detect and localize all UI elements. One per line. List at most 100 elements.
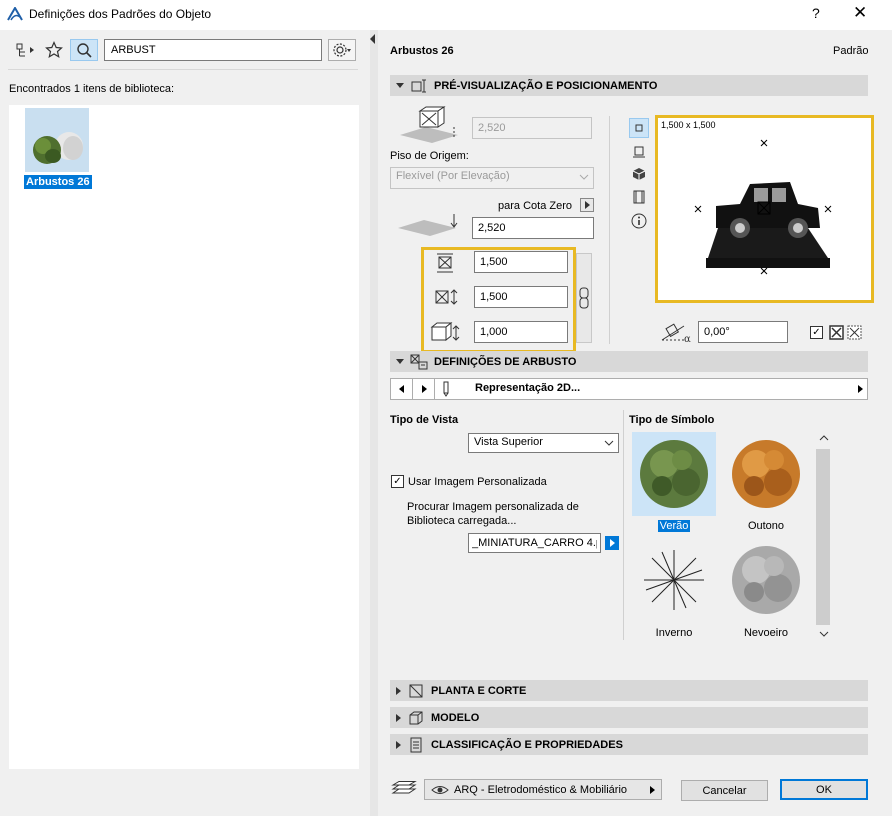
classification-list-icon bbox=[407, 737, 425, 753]
search-button[interactable] bbox=[70, 39, 98, 61]
proportion-lock[interactable] bbox=[576, 253, 592, 343]
close-button[interactable]: ✕ bbox=[853, 3, 867, 23]
pencil-icon bbox=[435, 379, 457, 399]
section-classification-header[interactable]: CLASSIFICAÇÃO E PROPRIEDADES bbox=[390, 734, 868, 755]
image-file-menu-button[interactable] bbox=[605, 536, 619, 550]
to-zero-menu-button[interactable] bbox=[580, 198, 594, 212]
shrub-thumbnail-image bbox=[25, 108, 89, 172]
gear-icon bbox=[333, 43, 351, 57]
symbol-winter-label: Inverno bbox=[655, 627, 693, 639]
section-plan-header[interactable]: PLANTA E CORTE bbox=[390, 680, 868, 701]
cube-icon bbox=[632, 168, 646, 180]
layers-icon bbox=[391, 781, 417, 794]
mirror-checkbox[interactable]: ✓ bbox=[810, 326, 823, 339]
view-render-button[interactable] bbox=[629, 187, 649, 207]
layer-select[interactable]: ARQ - Eletrodoméstico & Mobiliário bbox=[424, 779, 662, 800]
view-3d-button[interactable] bbox=[629, 164, 649, 184]
section-shrub-title: DEFINIÇÕES DE ARBUSTO bbox=[434, 355, 577, 368]
divider bbox=[609, 116, 610, 344]
origin-floor-select: Flexível (Por Elevação) bbox=[390, 167, 594, 189]
chevron-down-icon bbox=[604, 438, 614, 450]
film-icon bbox=[633, 190, 645, 204]
height-field[interactable] bbox=[474, 321, 568, 343]
square-icon bbox=[635, 124, 643, 132]
collapse-left-icon[interactable] bbox=[370, 34, 375, 44]
panel-splitter[interactable] bbox=[370, 30, 378, 816]
info-button[interactable] bbox=[629, 211, 649, 231]
custom-image-label: Usar Imagem Personalizada bbox=[408, 476, 547, 488]
play-arrow-icon bbox=[650, 786, 655, 794]
library-results: Arbustos 26 bbox=[9, 105, 359, 769]
section-shrub-header[interactable]: DEFINIÇÕES DE ARBUSTO bbox=[390, 351, 868, 372]
symbol-winter[interactable] bbox=[632, 538, 716, 622]
depth-icon bbox=[435, 289, 458, 305]
settings-panel: Arbustos 26 Padrão PRÉ-VISUALIZAÇÃO E PO… bbox=[378, 30, 892, 816]
arrow-right-icon bbox=[421, 385, 427, 393]
depth-field[interactable] bbox=[474, 286, 568, 308]
custom-image-checkbox[interactable]: ✓ bbox=[391, 475, 404, 488]
width-field[interactable] bbox=[474, 251, 568, 273]
symbol-fog[interactable] bbox=[724, 538, 808, 622]
section-model-header[interactable]: MODELO bbox=[390, 707, 868, 728]
rotation-angle-icon: α bbox=[661, 323, 691, 344]
search-icon bbox=[77, 43, 92, 58]
chevron-up-icon[interactable] bbox=[816, 432, 832, 444]
view-elevation-button[interactable] bbox=[629, 142, 649, 162]
representation-page-label[interactable]: Representação 2D... bbox=[475, 382, 580, 394]
library-item-label[interactable]: Arbustos 26 bbox=[24, 175, 92, 189]
symbol-summer[interactable] bbox=[632, 432, 716, 516]
search-input[interactable] bbox=[104, 39, 322, 61]
symbol-autumn-label: Outono bbox=[747, 520, 785, 532]
prev-page-button[interactable] bbox=[391, 379, 413, 399]
check-icon: ✓ bbox=[393, 476, 402, 487]
chevron-down-icon[interactable] bbox=[816, 628, 832, 640]
view-type-select[interactable]: Vista Superior bbox=[468, 433, 619, 453]
image-file-field[interactable] bbox=[468, 533, 601, 553]
preview-highlight-box bbox=[655, 115, 874, 303]
symbol-autumn[interactable] bbox=[724, 432, 808, 516]
title-bar: Definições dos Padrões do Objeto ? ✕ bbox=[0, 0, 892, 30]
autumn-shrub-image bbox=[732, 440, 800, 508]
view-2d-button[interactable] bbox=[629, 118, 649, 138]
page-menu-arrow-icon[interactable] bbox=[855, 384, 865, 394]
folder-tree-button[interactable] bbox=[12, 39, 40, 61]
height-icon bbox=[430, 321, 460, 342]
section-preview-header[interactable]: PRÉ-VISUALIZAÇÃO E POSICIONAMENTO bbox=[390, 75, 868, 96]
collapse-arrow-icon bbox=[396, 686, 401, 695]
winter-shrub-image bbox=[644, 550, 704, 610]
mirror-x-icon[interactable] bbox=[829, 325, 845, 341]
expand-arrow-icon bbox=[396, 359, 404, 364]
library-panel: Encontrados 1 itens de biblioteca: Arbus… bbox=[0, 30, 370, 816]
model-cube-icon bbox=[407, 710, 425, 726]
expand-arrow-icon bbox=[396, 83, 404, 88]
angle-field[interactable] bbox=[698, 321, 788, 343]
ok-button[interactable]: OK bbox=[780, 779, 868, 800]
width-icon bbox=[437, 253, 453, 273]
window-title: Definições dos Padrões do Objeto bbox=[29, 7, 212, 21]
star-icon bbox=[45, 41, 63, 59]
anchor-point-icon[interactable] bbox=[847, 325, 863, 341]
eye-icon bbox=[431, 785, 449, 794]
section-plan-title: PLANTA E CORTE bbox=[431, 684, 527, 697]
browse-image-label-line2: Biblioteca carregada... bbox=[407, 515, 517, 527]
help-button[interactable]: ? bbox=[812, 5, 820, 21]
arrow-left-icon bbox=[398, 385, 404, 393]
fog-shrub-image bbox=[732, 546, 800, 614]
cancel-button[interactable]: Cancelar bbox=[681, 780, 768, 801]
view-type-label: Tipo de Vista bbox=[390, 414, 459, 426]
settings-button[interactable] bbox=[328, 39, 356, 61]
to-zero-field[interactable] bbox=[472, 217, 594, 239]
favorites-button[interactable] bbox=[40, 39, 68, 61]
collapse-arrow-icon bbox=[396, 713, 401, 722]
origin-floor-label: Piso de Origem: bbox=[390, 150, 469, 162]
next-page-button[interactable] bbox=[413, 379, 435, 399]
chevron-down-icon bbox=[579, 172, 589, 184]
zero-level-icon bbox=[398, 214, 458, 236]
object-elevation-icon bbox=[400, 106, 458, 143]
library-item-thumbnail[interactable] bbox=[25, 108, 89, 172]
representation-nav: Representação 2D... bbox=[390, 378, 868, 400]
section-classification-title: CLASSIFICAÇÃO E PROPRIEDADES bbox=[431, 738, 623, 751]
scrollbar-thumb[interactable] bbox=[816, 449, 830, 625]
symbol-scrollbar[interactable] bbox=[816, 432, 832, 642]
elevation-field bbox=[472, 117, 592, 139]
